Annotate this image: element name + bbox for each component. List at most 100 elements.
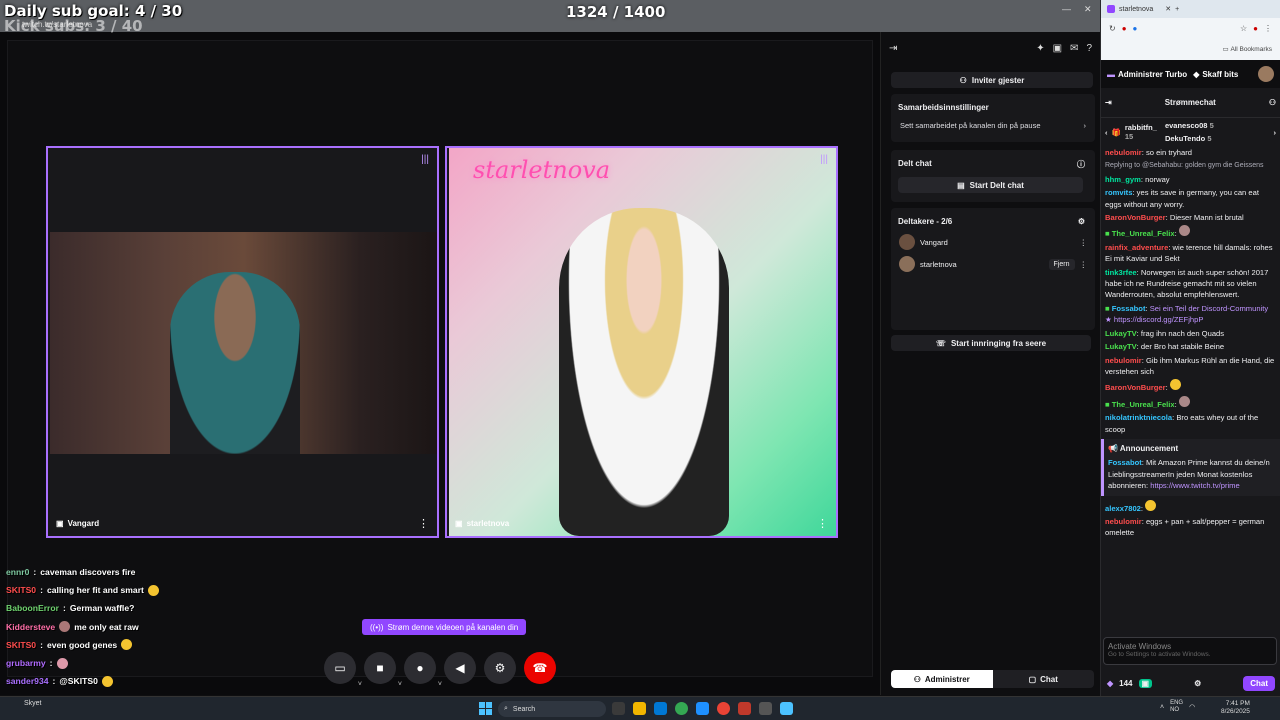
overlay-chat-line: SKITS0: calling her fit and smart — [6, 581, 306, 599]
badge-icon: ■ — [1105, 399, 1110, 409]
prime-link[interactable]: https://www.twitch.tv/prime — [1150, 481, 1239, 490]
leave-call-button[interactable]: ☎ — [524, 652, 556, 684]
follower-count-overlay: 1324 / 1400 — [566, 3, 666, 21]
speaker-button[interactable]: ◀ — [444, 652, 476, 684]
chat-input[interactable]: Activate Windows Go to Settings to activ… — [1103, 637, 1277, 665]
clock[interactable]: 7:41 PM 8/26/2025 — [1221, 700, 1250, 716]
tab-manage[interactable]: ⚇ Administrer — [891, 670, 993, 688]
tile-name-starletnova: ▣ starletnova — [455, 519, 510, 528]
twitch-topnav: ▬ Administrer Turbo ◆ Skaff bits — [1101, 60, 1280, 88]
browser-tabbar: starletnova ✕ + — [1101, 0, 1280, 18]
chevron-up-icon[interactable]: ˄ — [1160, 704, 1164, 711]
tab-chat[interactable]: ▢ Chat — [993, 670, 1095, 688]
new-tab-icon[interactable]: + — [1175, 6, 1179, 13]
chrome-icon[interactable] — [717, 702, 730, 715]
close-tab-icon[interactable]: ✕ — [1165, 5, 1171, 13]
chat-message: BaronVonBurger: Dieser Mann ist brutal — [1105, 213, 1244, 223]
sparkle-icon[interactable]: ✦ — [1036, 43, 1044, 54]
send-chat-button[interactable]: Chat — [1243, 675, 1275, 691]
menu-icon[interactable]: ⋮ — [1264, 24, 1272, 33]
user-avatar[interactable] — [1258, 66, 1274, 82]
start-shared-chat-button[interactable]: ▤ Start Delt chat — [898, 177, 1083, 193]
settings-button[interactable]: ⚙ — [484, 652, 516, 684]
screen-share-button[interactable]: ▭ ˅ — [324, 652, 362, 688]
bits-icon[interactable]: ◆ — [1107, 679, 1113, 688]
app-icon[interactable] — [759, 702, 772, 715]
pause-collab-row[interactable]: Sett samarbeidet på kanalen din på pause… — [891, 112, 1095, 139]
video-tile-vangard[interactable]: ||| ▣ Vangard ⋮ — [46, 146, 439, 538]
twitch-icon: ▣ — [455, 519, 463, 528]
collab-panel: ⇥ ✦ ▣ ✉ ? ⚇ Inviter gjester Samarbeidsin… — [880, 32, 1100, 695]
reload-icon[interactable]: ↻ — [1109, 24, 1116, 33]
chevron-down-icon[interactable]: ˅ — [438, 681, 442, 688]
chrome-icon[interactable] — [675, 702, 688, 715]
tile-menu-icon[interactable]: ⋮ — [817, 517, 828, 530]
collab-settings-card: Samarbeidsinnstillinger Sett samarbeidet… — [891, 94, 1095, 142]
close-icon[interactable]: ✕ — [1084, 4, 1092, 15]
taskbar-search[interactable]: ⌕ Search — [498, 701, 606, 717]
edge-icon[interactable] — [696, 702, 709, 715]
video-tile-starletnova[interactable]: starletnova ||| ▣ starletnova ⋮ — [445, 146, 838, 538]
chat-message: BaronVonBurger: — [1105, 379, 1276, 393]
windows-start-icon[interactable] — [479, 702, 492, 715]
hangup-icon: ☎ — [532, 661, 548, 675]
help-icon[interactable]: ? — [1086, 43, 1092, 54]
chevron-left-icon[interactable]: ‹ — [1105, 128, 1108, 137]
wifi-icon[interactable]: ◠ — [1189, 703, 1195, 711]
gear-icon[interactable]: ⚙ — [1078, 217, 1085, 226]
broadcast-icon: ((•)) — [370, 622, 384, 632]
chat-message: nebulomir: Gib ihm Markus Rühl an die Ha… — [1105, 355, 1275, 376]
stream-this-video-button[interactable]: ((•)) Strøm denne videoen på kanalen din — [362, 619, 527, 635]
chat-message: ■ The_Unreal_Felix: — [1105, 395, 1276, 410]
remove-participant-button[interactable]: Fjern — [1048, 258, 1075, 270]
megaphone-icon: 📢 — [1108, 443, 1118, 453]
more-options-icon[interactable]: ⋮ — [1080, 260, 1088, 269]
avatar — [899, 256, 915, 272]
twitch-browser-window: starletnova ✕ + ↻ ● ● ☆ ● ⋮ ▭ All Bookmarks ▬… — [1100, 0, 1280, 720]
gift-icon: 🎁 — [1111, 127, 1121, 137]
collapse-chat-icon[interactable]: ⇥ — [1105, 98, 1112, 107]
users-icon[interactable]: ⚇ — [1269, 98, 1276, 107]
overlay-chat-line: grubarmy: — [6, 654, 306, 672]
inbox-icon[interactable]: ✉ — [1070, 43, 1078, 54]
start-viewer-callin-button[interactable]: ☏ Start innringing fra seere — [891, 335, 1091, 351]
participants-title: Deltakere - 2/6 — [898, 217, 953, 226]
info-icon[interactable]: ⓘ — [1077, 159, 1085, 170]
mic-button[interactable]: ● ˅ — [404, 652, 442, 688]
reward-icon[interactable]: ▣ — [1138, 678, 1153, 688]
minimize-icon[interactable]: — — [1062, 4, 1071, 14]
chevron-down-icon[interactable]: ˅ — [398, 681, 402, 688]
announcement: 📢 Announcement Fossabot: Mit Amazon Prim… — [1101, 438, 1280, 496]
chat-title: Strømmechat — [1164, 98, 1216, 107]
weather-widget[interactable]: Skyet — [24, 700, 42, 708]
extension-icon[interactable]: ● — [1122, 24, 1127, 33]
manage-turbo-button[interactable]: ▬ Administrer Turbo — [1107, 70, 1187, 79]
starletnova-video: starletnova — [449, 148, 836, 536]
file-explorer-icon[interactable] — [633, 702, 646, 715]
app-icon[interactable] — [738, 702, 751, 715]
twitch-favicon-icon — [1107, 5, 1115, 13]
tile-menu-icon[interactable]: ⋮ — [418, 517, 429, 530]
browser-tab[interactable]: starletnova — [1119, 6, 1153, 13]
profile-icon[interactable]: ● — [1253, 24, 1258, 33]
neon-sign: starletnova — [473, 156, 611, 184]
chevron-down-icon[interactable]: ˅ — [358, 681, 362, 688]
task-view-icon[interactable] — [612, 702, 625, 715]
chevron-right-icon[interactable]: › — [1274, 128, 1277, 137]
get-bits-button[interactable]: ◆ Skaff bits — [1193, 70, 1238, 79]
more-options-icon[interactable]: ⋮ — [1080, 238, 1088, 247]
invite-guests-button[interactable]: ⚇ Inviter gjester — [891, 72, 1093, 88]
emote-icon — [147, 584, 159, 596]
camera-button[interactable]: ■ ˅ — [364, 652, 402, 688]
collapse-panel-icon[interactable]: ⇥ — [889, 43, 897, 54]
language-indicator[interactable]: ENG NO — [1170, 700, 1183, 714]
panel-footer-tabs: ⚇ Administrer ▢ Chat — [891, 670, 1094, 688]
extension-icon[interactable]: ● — [1133, 24, 1138, 33]
outlook-icon[interactable] — [654, 702, 667, 715]
app-icon[interactable] — [780, 702, 793, 715]
settings-icon[interactable]: ⚙ — [1194, 679, 1201, 688]
popout-icon[interactable]: ▣ — [1053, 43, 1062, 54]
tile-name-vangard: ▣ Vangard — [56, 519, 100, 528]
chat-message: nebulomir: so ein tryhard — [1105, 148, 1192, 157]
star-icon[interactable]: ☆ — [1240, 24, 1247, 33]
